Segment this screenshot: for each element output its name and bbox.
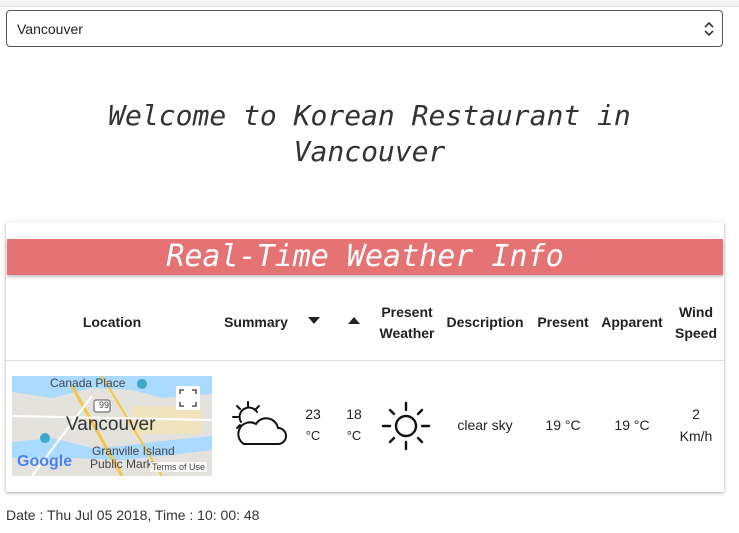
google-logo: Google [17,453,73,470]
temp-high-unit: °C [305,428,321,443]
weather-card: Real-Time Weather Info Location Summary … [6,222,724,492]
location-map[interactable]: Canada Place 99 Vancouver Granville Isla… [12,376,212,476]
temp-low-unit: °C [346,428,362,443]
sort-up-icon[interactable] [348,317,360,325]
header-location: Location [82,314,142,330]
map-highway-shield: 99 [99,400,110,410]
header-apparent: Apparent [601,314,663,330]
header-present: Present [537,314,589,330]
map-label-vancouver: Vancouver [66,414,156,435]
map-terms-link[interactable]: Terms of Use [150,462,208,472]
sun-icon [381,401,431,451]
header-present-weather-line1: Present [381,304,433,320]
header-summary: Summary [224,314,288,330]
weather-description: clear sky [457,417,513,433]
temp-low-value: 18 [346,406,362,422]
wind-speed-value: 2 [692,406,700,422]
map-label-public-market: Public Mark [90,457,153,471]
date-time-text: Date : Thu Jul 05 2018, Time : 10: 00: 4… [6,507,260,523]
wind-speed-unit: Km/h [679,428,713,444]
table-divider [6,360,724,361]
present-temperature: 19 °C [545,417,581,433]
header-wind-speed: Wind Speed [670,302,722,344]
city-select-value: Vancouver [17,21,83,37]
city-select[interactable]: Vancouver [6,10,723,47]
temp-high-value: 23 [305,406,321,422]
sort-down-icon[interactable] [308,317,320,325]
partly-cloudy-icon [232,401,287,445]
header-description: Description [446,314,524,330]
welcome-line-1: Welcome to Korean Restaurant in [108,99,631,132]
header-wind-line1: Wind [678,304,714,320]
weather-title: Real-Time Weather Info [7,239,723,275]
welcome-heading: Welcome to Korean Restaurant in Vancouve… [0,98,739,170]
map-label-canada-place: Canada Place [50,376,126,390]
apparent-temperature: 19 °C [614,417,650,433]
header-wind-line2: Speed [674,325,717,341]
browser-top-strip [0,0,739,7]
header-present-weather: Present Weather [374,302,440,344]
header-present-weather-line2: Weather [379,325,435,341]
map-label-granville: Granville Island [92,444,175,458]
chevron-updown-icon [704,21,714,37]
welcome-line-2: Vancouver [293,135,446,168]
